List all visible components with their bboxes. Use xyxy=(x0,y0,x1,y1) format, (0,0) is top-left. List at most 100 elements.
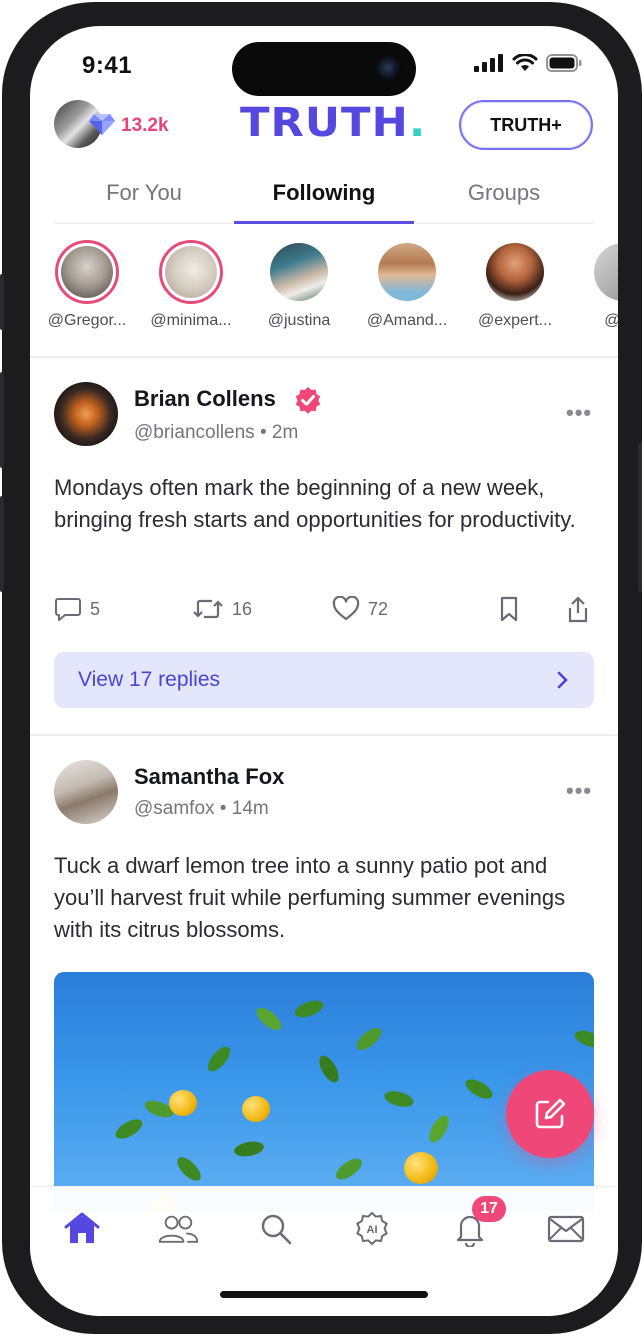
logo-text: TRUTH xyxy=(240,100,409,146)
story-handle: @justina xyxy=(267,312,331,329)
svg-text:AI: AI xyxy=(367,1224,378,1236)
compose-button[interactable] xyxy=(506,1070,594,1158)
search-icon xyxy=(261,1214,292,1245)
status-icons xyxy=(474,54,582,72)
nav-home[interactable] xyxy=(60,1209,104,1249)
truth-logo: TRUTH. xyxy=(240,100,426,146)
battery-icon xyxy=(546,54,582,72)
leaf-shape xyxy=(382,1088,416,1110)
mail-icon xyxy=(547,1215,585,1243)
leaf-shape xyxy=(315,1052,343,1086)
post-author-name[interactable]: Samantha Fox xyxy=(134,764,284,790)
bottom-nav: AI 17 xyxy=(30,1186,618,1316)
post-avatar[interactable] xyxy=(54,760,118,824)
story-item[interactable]: @pai xyxy=(568,240,618,330)
app-screen: 9:41 13.2k TRUTH. TRUTH+ For You Followi… xyxy=(30,26,618,1316)
story-item[interactable]: @Gregor... xyxy=(32,240,142,330)
lemon-shape xyxy=(169,1090,197,1116)
nav-messages[interactable] xyxy=(544,1209,588,1249)
signal-icon xyxy=(474,54,503,72)
home-indicator[interactable] xyxy=(220,1291,428,1298)
story-item[interactable]: @Amand... xyxy=(352,240,462,330)
story-ring xyxy=(591,240,618,304)
post-handle-time: @briancollens • 2m xyxy=(134,422,299,443)
tab-following[interactable]: Following xyxy=(234,176,414,224)
edit-icon xyxy=(535,1098,566,1129)
post-actions: 5 16 72 xyxy=(54,596,594,626)
divider xyxy=(30,356,618,358)
share-button[interactable] xyxy=(566,596,590,624)
post-author-name[interactable]: Brian Collens xyxy=(134,386,276,412)
leaf-shape xyxy=(253,1003,285,1035)
bookmark-button[interactable] xyxy=(498,596,520,622)
leaf-shape xyxy=(173,1153,205,1185)
more-options-icon[interactable]: ••• xyxy=(566,400,592,426)
home-icon xyxy=(64,1212,100,1243)
share-icon xyxy=(568,596,588,623)
nav-search[interactable] xyxy=(254,1209,298,1249)
diamond-icon xyxy=(89,114,115,135)
people-icon xyxy=(158,1215,199,1243)
tab-for-you[interactable]: For You xyxy=(54,176,234,223)
truth-plus-button[interactable]: TRUTH+ xyxy=(459,100,593,150)
post-handle: @briancollens xyxy=(134,422,255,443)
lemon-shape xyxy=(242,1096,270,1122)
chevron-right-icon xyxy=(557,671,568,689)
leaf-shape xyxy=(292,997,326,1021)
retruth-count: 16 xyxy=(232,598,253,619)
story-avatar xyxy=(270,243,328,301)
story-item[interactable]: @justina xyxy=(244,240,354,330)
mute-switch xyxy=(0,274,4,330)
post-time: 2m xyxy=(271,422,299,443)
story-avatar xyxy=(594,243,618,301)
post-text: Tuck a dwarf lemon tree into a sunny pat… xyxy=(54,853,566,942)
leaf-shape xyxy=(572,1027,594,1051)
heart-icon xyxy=(332,596,360,621)
story-handle: @expert... xyxy=(477,312,553,329)
view-replies-label: View 17 replies xyxy=(78,668,221,691)
like-button[interactable]: 72 xyxy=(332,596,388,622)
post-text: Mondays often mark the beginning of a ne… xyxy=(54,475,576,532)
status-time: 9:41 xyxy=(82,52,133,79)
nav-ai[interactable]: AI xyxy=(350,1209,394,1249)
reply-count: 5 xyxy=(90,598,101,619)
reply-button[interactable]: 5 xyxy=(54,596,100,622)
volume-up-button xyxy=(0,372,4,468)
post-avatar[interactable] xyxy=(54,382,118,446)
bookmark-icon xyxy=(500,596,518,622)
comment-icon xyxy=(55,598,81,621)
phone-frame: 9:41 13.2k TRUTH. TRUTH+ For You Followi… xyxy=(0,2,642,1334)
story-handle: @Amand... xyxy=(366,312,448,329)
leaf-shape xyxy=(112,1115,146,1143)
nav-people[interactable] xyxy=(156,1209,200,1249)
retruth-button[interactable]: 16 xyxy=(192,596,252,622)
volume-down-button xyxy=(0,496,4,592)
leaf-shape xyxy=(332,1154,366,1184)
story-ring xyxy=(375,240,439,304)
leaf-shape xyxy=(203,1043,235,1075)
leaf-shape xyxy=(353,1023,385,1055)
more-options-icon[interactable]: ••• xyxy=(566,778,592,804)
story-ring xyxy=(483,240,547,304)
story-avatar xyxy=(486,243,544,301)
leaf-shape xyxy=(425,1112,453,1146)
story-item[interactable]: @minima... xyxy=(136,240,246,330)
gem-count: 13.2k xyxy=(121,115,169,136)
wifi-icon xyxy=(512,54,538,71)
story-handle: @Gregor... xyxy=(47,312,127,329)
lemon-shape xyxy=(404,1152,438,1184)
logo-dot: . xyxy=(408,100,427,146)
story-ring xyxy=(55,240,119,304)
power-button xyxy=(638,442,642,592)
view-replies-button[interactable]: View 17 replies xyxy=(54,652,594,708)
leaf-shape xyxy=(233,1139,265,1159)
story-handle: @minima... xyxy=(150,312,232,329)
stories-row: @Gregor... @minima... @justina @Amand...… xyxy=(30,240,618,344)
post-time: 14m xyxy=(231,798,269,819)
story-item[interactable]: @expert... xyxy=(460,240,570,330)
feed-tabs: For You Following Groups xyxy=(54,176,594,224)
tab-groups[interactable]: Groups xyxy=(414,176,594,223)
leaf-shape xyxy=(462,1075,496,1103)
story-avatar xyxy=(165,246,217,298)
ai-icon: AI xyxy=(356,1211,388,1246)
